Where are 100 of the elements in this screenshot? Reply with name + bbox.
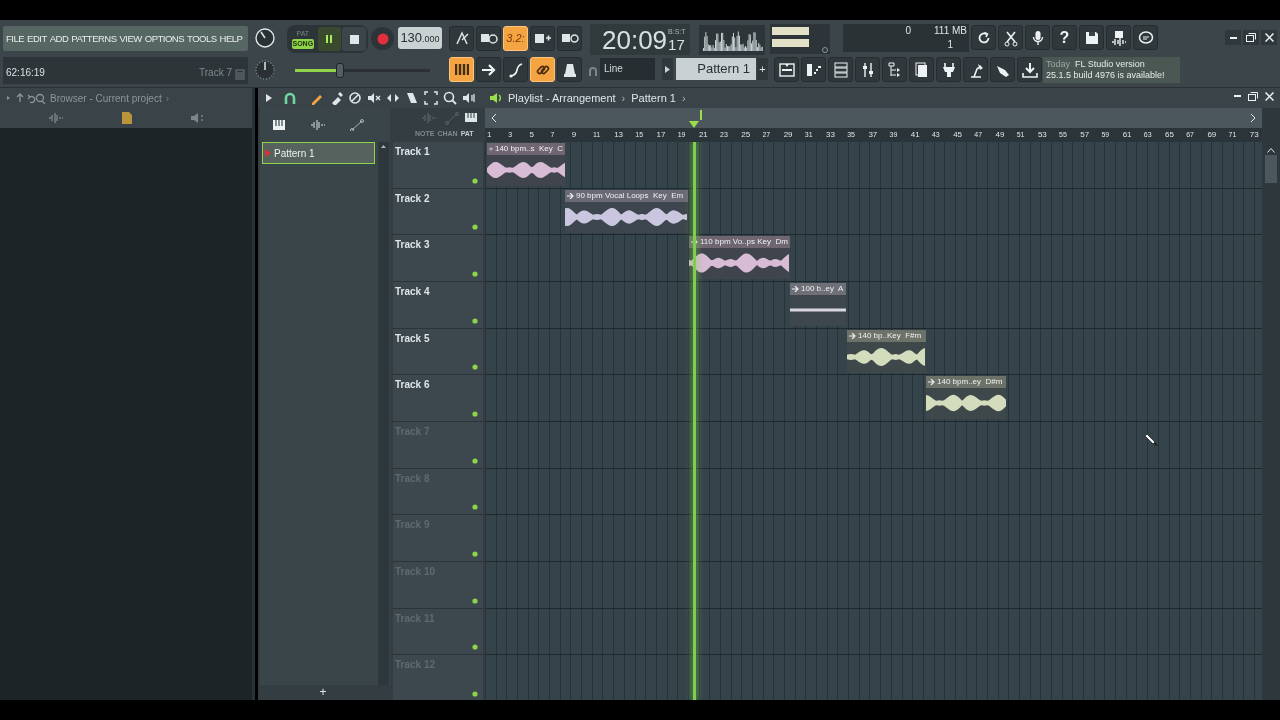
maximize-button[interactable]: [1243, 30, 1259, 45]
audio-clip[interactable]: 140 bpm..s Key C: [487, 143, 565, 186]
menu-item[interactable]: EDIT: [27, 33, 47, 44]
record-audio-button[interactable]: [1025, 25, 1050, 50]
document-icon[interactable]: [121, 111, 133, 125]
download-button[interactable]: [1017, 57, 1042, 82]
mute-icon[interactable]: [367, 91, 381, 105]
automation-icon[interactable]: [350, 119, 364, 131]
countdown-button[interactable]: [476, 26, 501, 51]
lamp-button[interactable]: [963, 57, 988, 82]
magnet-icon[interactable]: [283, 91, 297, 105]
breadcrumb-separator: ›: [621, 90, 626, 106]
minimize-button[interactable]: [1225, 30, 1241, 45]
mute-indicator-icon[interactable]: [472, 504, 478, 511]
menu-item[interactable]: PATTERNS: [71, 33, 117, 44]
mute-indicator-icon[interactable]: [472, 317, 478, 324]
arrangement-grid[interactable]: 140 bpm..s Key C 90 bpm Vocal Loops Key Em 110 bpm Vo..ps Key Dm 100 b..ey A 140 bp..Key F#m 140 bpm..ey D#m: [485, 142, 1262, 700]
news-panel[interactable]: Today FL Studio version 25.1.5 build 4976 is available!: [1043, 57, 1180, 83]
mute-indicator-icon[interactable]: [472, 410, 478, 417]
mute-indicator-icon[interactable]: [472, 550, 478, 557]
slider-thumb[interactable]: [335, 63, 344, 78]
mixer-button[interactable]: [855, 57, 880, 82]
mute-indicator-icon[interactable]: [472, 457, 478, 464]
triangle-icon[interactable]: [266, 94, 272, 102]
audio-clip[interactable]: 110 bpm Vo..ps Key Dm: [689, 236, 790, 280]
close-button[interactable]: [1264, 91, 1274, 101]
audio-clip[interactable]: 90 bpm Vocal Loops Key Em: [565, 189, 688, 233]
track-header[interactable]: Track 5: [393, 328, 483, 376]
menu-item[interactable]: ADD: [49, 33, 69, 44]
add-pattern-button[interactable]: +: [757, 58, 768, 80]
menu-item[interactable]: OPTIONS: [144, 33, 185, 44]
speaker-icon[interactable]: [489, 91, 503, 105]
snap-dropdown[interactable]: Line: [600, 58, 655, 80]
maximize-button[interactable]: [1248, 91, 1258, 101]
zoom-icon[interactable]: [443, 91, 457, 105]
chat-button[interactable]: [1133, 25, 1158, 50]
typing-keyboard-button[interactable]: [530, 26, 555, 51]
add-button[interactable]: +: [313, 685, 333, 700]
waveform-icon[interactable]: [310, 119, 326, 131]
cut-button[interactable]: [998, 25, 1023, 50]
track-header[interactable]: Track 6: [393, 375, 483, 422]
close-button[interactable]: [1261, 30, 1277, 45]
blend-button[interactable]: [503, 57, 528, 82]
scrollbar[interactable]: [378, 142, 389, 685]
loop-record-button[interactable]: [557, 26, 582, 51]
mute-indicator-icon[interactable]: [472, 644, 478, 651]
mute-indicator-icon[interactable]: [472, 224, 478, 231]
overview-scrollbar[interactable]: [485, 108, 1262, 128]
speaker-icon[interactable]: [462, 91, 476, 105]
tuner-button[interactable]: [557, 57, 582, 82]
pattern-selector[interactable]: Pattern 1: [676, 58, 756, 80]
track-header[interactable]: Track 3: [393, 235, 483, 282]
project-info-button[interactable]: [909, 57, 934, 82]
slip-icon[interactable]: [386, 91, 400, 105]
ruler-number: 61: [1122, 129, 1133, 141]
trash-icon: [235, 68, 245, 80]
mute-indicator-icon[interactable]: [472, 690, 478, 697]
track-header[interactable]: Track 1: [393, 142, 483, 189]
browser-button[interactable]: [882, 57, 907, 82]
refresh-button[interactable]: [971, 25, 996, 50]
record-button[interactable]: [371, 27, 394, 50]
channel-rack-button[interactable]: [828, 57, 853, 82]
playlist-button[interactable]: [774, 57, 799, 82]
mute-indicator-icon[interactable]: [472, 597, 478, 604]
mute-indicator-icon[interactable]: [472, 177, 478, 184]
link-button[interactable]: [530, 57, 555, 82]
audio-clip[interactable]: 140 bpm..ey D#m: [926, 376, 1006, 420]
menu-item[interactable]: HELP: [219, 33, 243, 44]
scrollbar-thumb[interactable]: [1265, 155, 1277, 183]
pattern-mode-button[interactable]: [449, 57, 474, 82]
track-header[interactable]: Track 2: [393, 188, 483, 236]
step-edit-button[interactable]: [476, 57, 501, 82]
pattern-menu-button[interactable]: [662, 58, 673, 80]
audio-clip[interactable]: 100 b..ey A: [790, 283, 846, 326]
export-button[interactable]: [1106, 25, 1131, 50]
stop-button[interactable]: [342, 27, 366, 51]
tempo-field[interactable]: 130.000: [398, 27, 442, 49]
piano-roll-button[interactable]: [801, 57, 826, 82]
mute-indicator-icon[interactable]: [472, 364, 478, 371]
pause-button[interactable]: [317, 27, 342, 51]
help-button[interactable]: ?: [1052, 25, 1077, 50]
track-type-icons[interactable]: [421, 111, 479, 125]
delete-icon[interactable]: [348, 91, 362, 105]
track-header[interactable]: Track 4: [393, 281, 483, 329]
pattern-item[interactable]: Pattern 1: [262, 142, 375, 164]
scrollbar[interactable]: [1262, 108, 1280, 700]
save-button[interactable]: [1079, 25, 1104, 50]
piano-icon[interactable]: [272, 119, 286, 131]
plugin-button[interactable]: [936, 57, 961, 82]
slice-icon[interactable]: [405, 91, 419, 105]
knob-icon[interactable]: [254, 59, 276, 81]
step-button[interactable]: 3.2:: [503, 26, 528, 51]
select-icon[interactable]: [424, 91, 438, 105]
metronome-button[interactable]: [449, 26, 474, 51]
menu-item[interactable]: FILE: [6, 33, 25, 44]
touch-button[interactable]: [990, 57, 1015, 82]
audio-clip[interactable]: 140 bp..Key F#m: [847, 329, 926, 373]
menu-item[interactable]: VIEW: [119, 33, 142, 44]
mute-indicator-icon[interactable]: [472, 270, 478, 277]
menu-item[interactable]: TOOLS: [187, 33, 217, 44]
